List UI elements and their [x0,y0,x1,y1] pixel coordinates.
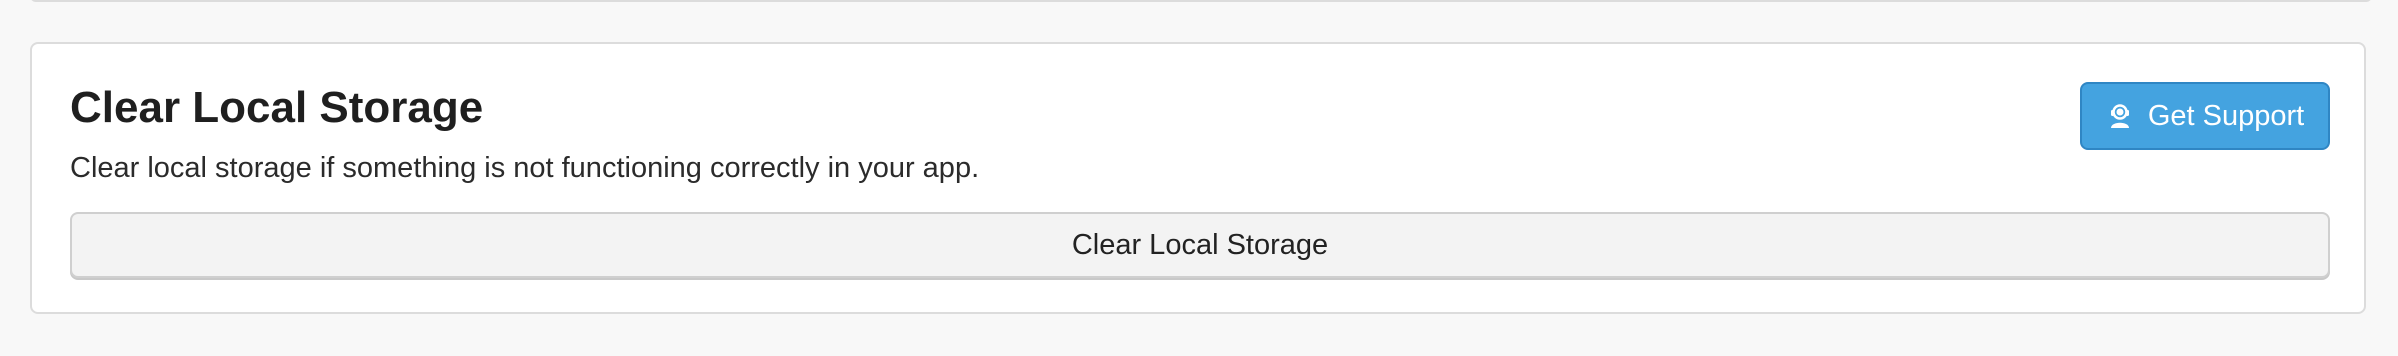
headset-agent-icon [2106,102,2134,130]
get-support-button[interactable]: Get Support [2080,82,2330,150]
get-support-label: Get Support [2147,99,2305,132]
previous-card-edge [30,0,2372,2]
clear-local-storage-button-label: Clear Local Storage [1071,228,1329,261]
clear-local-storage-card: Clear Local Storage Clear local storage … [30,42,2366,314]
card-title: Clear Local Storage [70,83,484,132]
page: Clear Local Storage Clear local storage … [0,0,2398,356]
card-description: Clear local storage if something is not … [70,152,980,184]
clear-local-storage-button[interactable]: Clear Local Storage [70,212,2330,278]
